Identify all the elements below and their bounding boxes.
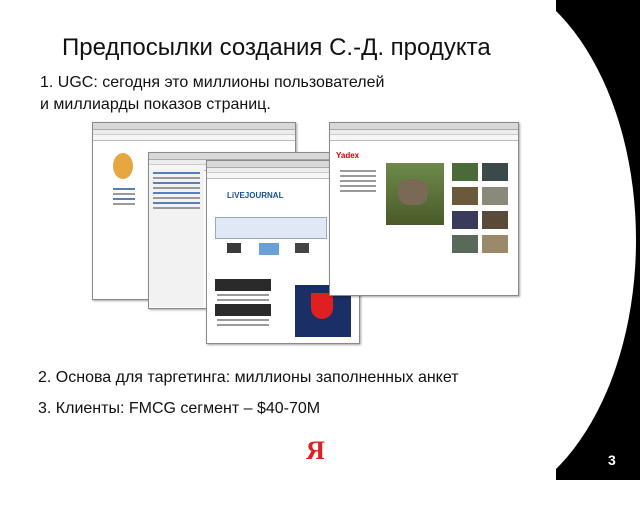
livejournal-logo: LiVEJOURNAL [227,191,284,200]
side-band-decoration [296,0,640,510]
point-3: 3. Клиенты: FMCG сегмент – $40-70M [38,400,321,417]
point-2: 2. Основа для таргетинга: миллионы запол… [38,369,459,386]
point-1-line-1: 1. UGC: сегодня это миллионы пользовател… [40,74,385,91]
screenshot-yandex-window: Yadex [329,122,519,296]
slide-title: Предпосылки создания С.-Д. продукта [62,34,491,61]
yandex-logo: Yadex [336,151,360,160]
yandex-logo-footer: Я [306,436,325,465]
page-number: 3 [608,452,616,468]
point-1-line-2: и миллиарды показов страниц. [40,96,271,113]
point-1: 1. UGC: сегодня это миллионы пользовател… [40,72,384,116]
photo-dog [386,163,444,225]
